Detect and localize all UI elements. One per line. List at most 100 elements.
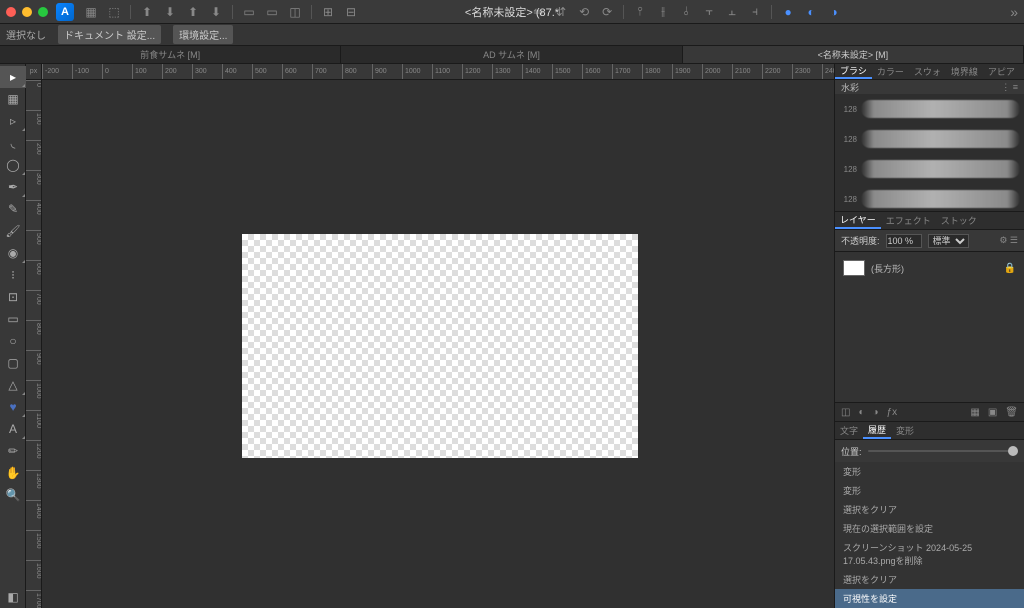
history-item[interactable]: 選択をクリア bbox=[835, 570, 1024, 589]
blend-mode-select[interactable]: 標準 bbox=[928, 234, 969, 248]
fx-icon[interactable]: ƒx bbox=[887, 407, 898, 418]
opacity-input[interactable] bbox=[886, 234, 922, 248]
preferences-button[interactable]: 環境設定... bbox=[173, 25, 233, 44]
corner-tool[interactable]: ◟ bbox=[0, 132, 26, 154]
layer-item[interactable]: (長方形) 🔒 bbox=[839, 256, 1020, 280]
node-tool[interactable]: ▹ bbox=[0, 110, 26, 132]
align-right-icon[interactable]: ⫰ bbox=[675, 3, 697, 21]
panel-tab[interactable]: 変形 bbox=[891, 422, 919, 439]
layer-name[interactable]: (長方形) bbox=[871, 262, 998, 275]
snap-icon[interactable]: ⊟ bbox=[340, 3, 362, 21]
panel-tab[interactable]: 文字 bbox=[835, 422, 863, 439]
rotate-icon[interactable]: ⟲ bbox=[573, 3, 595, 21]
lasso-tool[interactable]: ◯ bbox=[0, 154, 26, 176]
layer-thumbnail[interactable] bbox=[843, 260, 865, 276]
layers-icon[interactable]: ◫ bbox=[841, 407, 850, 418]
zoom-window-button[interactable] bbox=[38, 7, 48, 17]
adjustment-icon[interactable]: ◑ bbox=[873, 407, 879, 418]
bool-add-icon[interactable]: ● bbox=[777, 3, 799, 21]
align-center-icon[interactable]: ⫲ bbox=[652, 3, 674, 21]
vector-brush-tool[interactable]: ✏ bbox=[0, 440, 26, 462]
history-item[interactable]: 変形 bbox=[835, 462, 1024, 481]
history-item[interactable]: 変形 bbox=[835, 481, 1024, 500]
panel-tab[interactable]: 履歴 bbox=[863, 422, 891, 439]
arrange-icon[interactable]: ⬇ bbox=[205, 3, 227, 21]
zoom-tool[interactable]: 🔍 bbox=[0, 484, 26, 506]
brush-size-label: 128 bbox=[839, 135, 857, 144]
heart-tool[interactable]: ♥ bbox=[0, 396, 26, 418]
arrange-icon[interactable]: ⬆ bbox=[136, 3, 158, 21]
eyedropper-tool[interactable]: ⁝ bbox=[0, 264, 26, 286]
expand-toolbar-icon[interactable]: » bbox=[1010, 4, 1018, 20]
ellipse-tool[interactable]: ○ bbox=[0, 330, 26, 352]
document-tab[interactable]: 前食サムネ [M] bbox=[0, 46, 341, 63]
persona-icon[interactable]: ▦ bbox=[80, 3, 102, 21]
brush-preset[interactable]: 128 bbox=[835, 184, 1024, 211]
close-window-button[interactable] bbox=[6, 7, 16, 17]
brush-options-icon[interactable]: ⋮ ≡ bbox=[1001, 82, 1018, 93]
pen-tool[interactable]: ✒ bbox=[0, 176, 26, 198]
bool-intersect-icon[interactable]: ◑ bbox=[823, 3, 845, 21]
arrange-icon[interactable]: ⬆ bbox=[182, 3, 204, 21]
history-slider[interactable] bbox=[868, 450, 1018, 452]
document-tab[interactable]: AD サムネ [M] bbox=[341, 46, 682, 63]
ruler-tick: 2400 bbox=[822, 64, 834, 80]
brush-category[interactable]: 水彩 bbox=[841, 81, 859, 94]
history-item[interactable]: 可視性を設定 bbox=[835, 589, 1024, 608]
artboard[interactable] bbox=[242, 234, 638, 458]
lock-icon[interactable]: 🔒 bbox=[1004, 263, 1016, 274]
ruler-tick: 1900 bbox=[672, 64, 691, 80]
folder-icon[interactable]: ▣ bbox=[988, 407, 997, 418]
move-tool[interactable]: ▸ bbox=[0, 66, 26, 88]
align-top-icon[interactable]: ⫟ bbox=[698, 3, 720, 21]
mask-icon[interactable]: ◐ bbox=[858, 407, 864, 418]
hand-tool[interactable]: ✋ bbox=[0, 462, 26, 484]
text-tool[interactable]: A bbox=[0, 418, 26, 440]
align-middle-icon[interactable]: ⫠ bbox=[721, 3, 743, 21]
snap-icon[interactable]: ⊞ bbox=[317, 3, 339, 21]
triangle-tool[interactable]: △ bbox=[0, 374, 26, 396]
panel-tab[interactable]: ストック bbox=[936, 212, 982, 229]
add-layer-icon[interactable]: ▦ bbox=[970, 407, 979, 418]
document-tab[interactable]: <名称未設定> [M] bbox=[683, 46, 1024, 63]
minimize-window-button[interactable] bbox=[22, 7, 32, 17]
brush-stroke-preview bbox=[861, 160, 1020, 178]
panel-tab[interactable]: エフェクト bbox=[881, 212, 936, 229]
history-item[interactable]: 現在の選択範囲を設定 bbox=[835, 519, 1024, 538]
panel-tab[interactable]: 境界線 bbox=[946, 64, 983, 79]
rounded-rect-tool[interactable]: ▢ bbox=[0, 352, 26, 374]
brush-tool[interactable]: 🖌 bbox=[0, 220, 26, 242]
history-item[interactable]: スクリーンショット 2024-05-25 17.05.43.pngを削除 bbox=[835, 538, 1024, 570]
align-bottom-icon[interactable]: ⫞ bbox=[744, 3, 766, 21]
align-left-icon[interactable]: ⫯ bbox=[629, 3, 651, 21]
canvas-area[interactable] bbox=[42, 80, 834, 608]
layer-options-icon[interactable]: ⚙ ☰ bbox=[999, 235, 1018, 246]
align-icon[interactable]: ◫ bbox=[284, 3, 306, 21]
artboard-tool[interactable]: ▦ bbox=[0, 88, 26, 110]
bool-subtract-icon[interactable]: ◐ bbox=[800, 3, 822, 21]
align-icon[interactable]: ▭ bbox=[238, 3, 260, 21]
selection-status: 選択なし bbox=[6, 27, 46, 42]
panel-tab[interactable]: カラー bbox=[872, 64, 909, 79]
rectangle-tool[interactable]: ▭ bbox=[0, 308, 26, 330]
align-icon[interactable]: ▭ bbox=[261, 3, 283, 21]
panel-tab[interactable]: レイヤー bbox=[835, 212, 881, 229]
pencil-tool[interactable]: ✎ bbox=[0, 198, 26, 220]
history-item[interactable]: 選択をクリア bbox=[835, 500, 1024, 519]
color-swatch[interactable]: ◧ bbox=[0, 586, 26, 608]
delete-layer-icon[interactable]: 🗑 bbox=[1005, 407, 1018, 418]
panel-tab[interactable]: スウォ bbox=[909, 64, 946, 79]
brush-preset[interactable]: 128 bbox=[835, 94, 1024, 124]
crop-tool[interactable]: ⊡ bbox=[0, 286, 26, 308]
arrange-icon[interactable]: ⬇ bbox=[159, 3, 181, 21]
toolbar-icon[interactable]: ⬚ bbox=[103, 3, 125, 21]
panel-tab[interactable]: ブラシ bbox=[835, 64, 872, 79]
document-setup-button[interactable]: ドキュメント 設定... bbox=[58, 25, 161, 44]
ruler-tick: 400 bbox=[26, 200, 42, 215]
panel-tab[interactable]: アピア bbox=[983, 64, 1020, 79]
rotate-icon[interactable]: ⟳ bbox=[596, 3, 618, 21]
fill-tool[interactable]: ◉ bbox=[0, 242, 26, 264]
brush-preset[interactable]: 128 bbox=[835, 124, 1024, 154]
document-title: <名称未設定> (87.* bbox=[465, 4, 559, 20]
brush-preset[interactable]: 128 bbox=[835, 154, 1024, 184]
